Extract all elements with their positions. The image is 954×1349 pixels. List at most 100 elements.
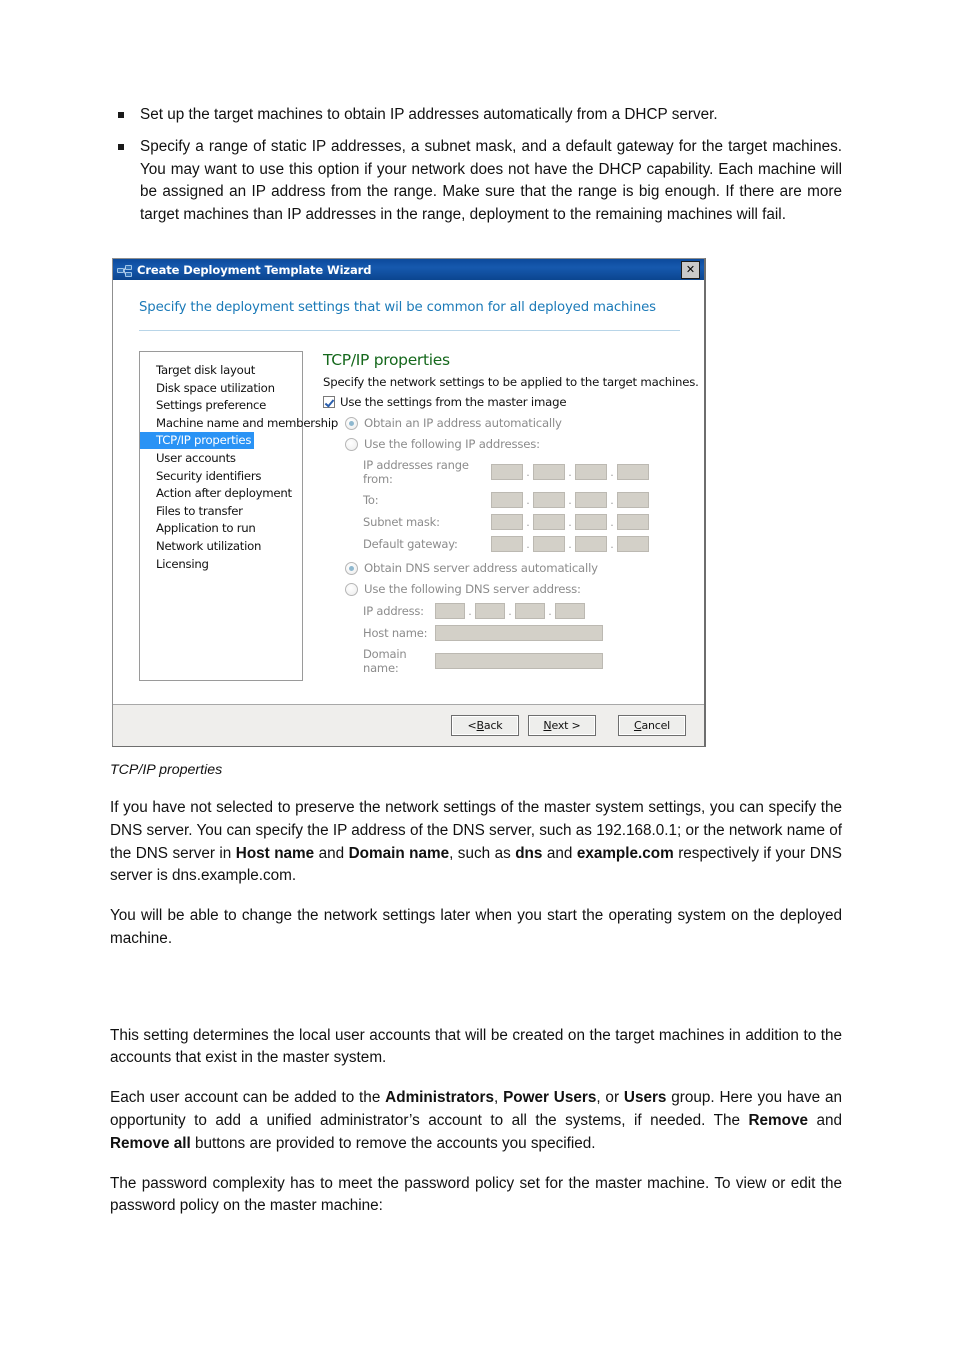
wizard-step-list[interactable]: Target disk layout Disk space utilizatio… xyxy=(139,351,338,681)
acc-p2-b: , xyxy=(493,1089,504,1107)
use-master-image-checkbox-row[interactable]: Use the settings from the master image xyxy=(323,395,704,409)
dialog-banner-text: Specify the deployment settings that wil… xyxy=(139,300,656,315)
create-deployment-template-wizard-dialog[interactable]: Create Deployment Template Wizard ✕ Spec… xyxy=(112,258,706,747)
octet-separator: . xyxy=(468,604,472,618)
sidebar-item-files-to-transfer[interactable]: Files to transfer xyxy=(140,504,247,518)
subnet-mask-octet-3[interactable] xyxy=(575,514,607,530)
octet-separator: . xyxy=(610,515,614,529)
dns-p1-b: and xyxy=(314,844,349,862)
subnet-mask-octet-4[interactable] xyxy=(617,514,649,530)
ip-range-to-octet-2[interactable] xyxy=(533,492,565,508)
octet-separator: . xyxy=(526,493,530,507)
sidebar-item-tcp-ip-properties[interactable]: TCP/IP properties xyxy=(140,432,255,449)
document-body-lower: TCP/IP properties If you have not select… xyxy=(110,762,842,1235)
dialog-title: Create Deployment Template Wizard xyxy=(137,262,372,277)
octet-separator: . xyxy=(568,515,572,529)
sidebar-item-settings-preference[interactable]: Settings preference xyxy=(140,398,270,412)
default-gateway-octet-4[interactable] xyxy=(617,536,649,552)
dns-ip-address-label: IP address: xyxy=(363,604,424,618)
dialog-columns: Target disk layout Disk space utilizatio… xyxy=(113,331,704,681)
dns-p1-bold3: dns xyxy=(515,844,543,862)
radio-icon[interactable] xyxy=(345,582,358,596)
sidebar-item-application-to-run[interactable]: Application to run xyxy=(140,521,260,535)
radio-icon[interactable] xyxy=(345,437,358,451)
dns-ip-octet-1[interactable] xyxy=(435,603,465,619)
next-mnemonic: N xyxy=(543,719,552,732)
dialog-content-area: Specify the deployment settings that wil… xyxy=(113,280,704,704)
radio-use-following-dns[interactable]: Use the following DNS server address: xyxy=(345,582,704,596)
paragraph-password-policy: The password complexity has to meet the … xyxy=(110,1174,842,1215)
default-gateway-octet-1[interactable] xyxy=(491,536,523,552)
octet-separator: . xyxy=(610,493,614,507)
ip-range-to-row: To: . . . xyxy=(363,492,704,508)
subnet-mask-octet-2[interactable] xyxy=(533,514,565,530)
ip-range-from-octet-3[interactable] xyxy=(575,464,607,480)
sidebar-item-target-disk-layout[interactable]: Target disk layout xyxy=(140,363,259,377)
octet-separator: . xyxy=(610,465,614,479)
octet-separator: . xyxy=(568,493,572,507)
radio-icon[interactable] xyxy=(345,561,358,575)
sidebar-item-licensing[interactable]: Licensing xyxy=(140,557,213,571)
dns-p1-bold1: Host name xyxy=(235,844,315,862)
ip-range-to-octet-3[interactable] xyxy=(575,492,607,508)
dns-p1-d: and xyxy=(542,844,577,862)
back-mnemonic: B xyxy=(476,719,485,732)
ip-range-from-octet-1[interactable] xyxy=(491,464,523,480)
domain-name-input[interactable] xyxy=(435,653,603,669)
paragraph-change-later: You will be able to change the network s… xyxy=(110,907,842,947)
radio-obtain-ip-automatically[interactable]: Obtain an IP address automatically xyxy=(345,416,704,430)
cancel-label-post: ancel xyxy=(641,719,671,732)
acc-p2-bold2: Power Users xyxy=(503,1089,597,1107)
radio-use-following-dns-label: Use the following DNS server address: xyxy=(364,582,581,596)
acc-p2-e: and xyxy=(807,1112,842,1130)
document-page: Set up the target machines to obtain IP … xyxy=(0,0,954,1349)
subnet-mask-octet-1[interactable] xyxy=(491,514,523,530)
dns-ip-address-row: IP address: . . . xyxy=(363,603,704,619)
acc-p2-bold4: Remove xyxy=(748,1112,808,1130)
back-button[interactable]: < Back xyxy=(451,715,519,736)
default-gateway-row: Default gateway: . . . xyxy=(363,536,704,552)
radio-use-following-ip[interactable]: Use the following IP addresses: xyxy=(345,437,704,451)
paragraph-user-accounts-intro: This setting determines the local user a… xyxy=(110,1026,842,1067)
octet-separator: . xyxy=(610,537,614,551)
acc-p2-a: Each user account can be added to the xyxy=(110,1089,386,1107)
octet-separator: . xyxy=(526,465,530,479)
ip-range-from-octet-2[interactable] xyxy=(533,464,565,480)
dns-p1-c: , such as xyxy=(449,844,516,862)
document-body: Set up the target machines to obtain IP … xyxy=(110,104,842,236)
ip-range-to-octet-1[interactable] xyxy=(491,492,523,508)
ip-range-to-octet-4[interactable] xyxy=(617,492,649,508)
bullet-list: Set up the target machines to obtain IP … xyxy=(110,104,842,227)
paragraph-dns: If you have not selected to preserve the… xyxy=(110,797,842,888)
subnet-mask-label: Subnet mask: xyxy=(363,515,440,529)
sidebar-item-action-after-deployment[interactable]: Action after deployment xyxy=(140,486,296,500)
radio-icon[interactable] xyxy=(345,416,358,430)
dns-ip-octet-2[interactable] xyxy=(475,603,505,619)
ip-range-from-octet-4[interactable] xyxy=(617,464,649,480)
next-button[interactable]: Next > xyxy=(528,715,596,736)
close-icon[interactable]: ✕ xyxy=(681,260,700,279)
checkbox-icon[interactable] xyxy=(323,396,335,408)
host-name-input[interactable] xyxy=(435,625,603,641)
dialog-footer: < Back Next > Cancel xyxy=(113,704,704,746)
next-label-post: ext > xyxy=(551,719,581,732)
host-name-row: Host name: xyxy=(363,625,704,641)
page-subtitle: Specify the network settings to be appli… xyxy=(323,375,699,389)
radio-obtain-dns-automatically[interactable]: Obtain DNS server address automatically xyxy=(345,561,704,575)
sidebar-item-user-accounts[interactable]: User accounts xyxy=(140,451,240,465)
dialog-titlebar[interactable]: Create Deployment Template Wizard ✕ xyxy=(113,259,704,280)
dns-ip-octet-4[interactable] xyxy=(555,603,585,619)
sidebar-item-disk-space-utilization[interactable]: Disk space utilization xyxy=(140,381,279,395)
default-gateway-octet-3[interactable] xyxy=(575,536,607,552)
octet-separator: . xyxy=(526,537,530,551)
acc-p2-c: , or xyxy=(596,1089,624,1107)
cancel-button[interactable]: Cancel xyxy=(618,715,686,736)
dns-ip-octet-3[interactable] xyxy=(515,603,545,619)
octet-separator: . xyxy=(568,537,572,551)
paragraph-user-groups: Each user account can be added to the Ad… xyxy=(110,1087,842,1155)
host-name-label: Host name: xyxy=(363,626,428,640)
default-gateway-octet-2[interactable] xyxy=(533,536,565,552)
sidebar-item-security-identifiers[interactable]: Security identifiers xyxy=(140,469,265,483)
sidebar-item-network-utilization[interactable]: Network utilization xyxy=(140,539,265,553)
dns-p1-bold2: Domain name xyxy=(348,844,450,862)
